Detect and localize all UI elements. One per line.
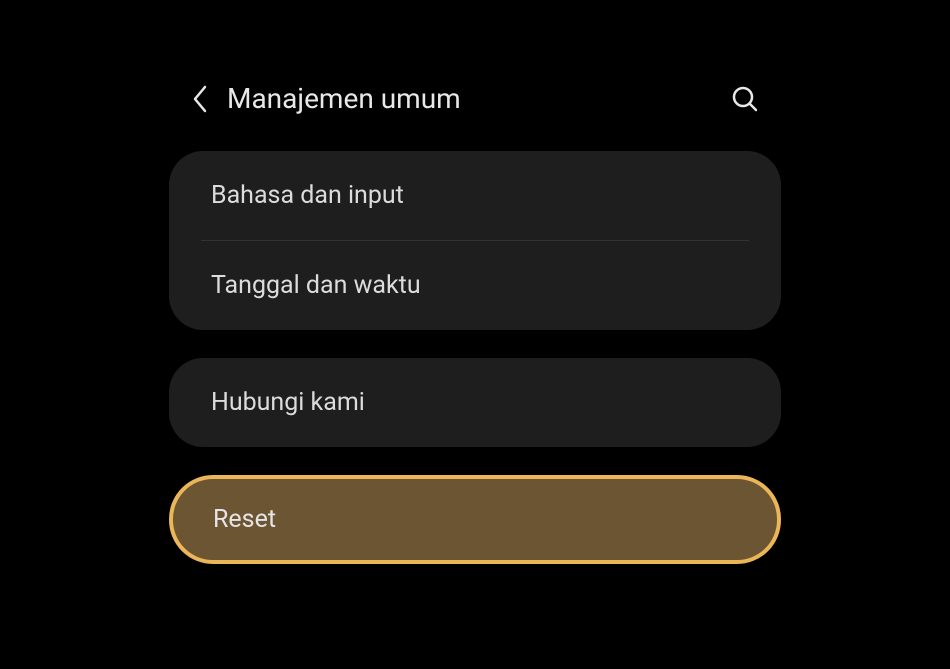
list-item-label: Hubungi kami	[211, 388, 365, 417]
list-item-label: Tanggal dan waktu	[211, 271, 421, 300]
back-icon[interactable]	[191, 84, 209, 114]
settings-group: Bahasa dan input Tanggal dan waktu	[169, 151, 781, 330]
settings-group: Hubungi kami	[169, 358, 781, 447]
page-title: Manajemen umum	[227, 82, 731, 115]
settings-group-highlighted: Reset	[169, 475, 781, 564]
list-item-label: Bahasa dan input	[211, 181, 404, 210]
list-item-date-time[interactable]: Tanggal dan waktu	[169, 241, 781, 330]
list-item-label: Reset	[213, 505, 276, 534]
header: Manajemen umum	[165, 62, 785, 151]
search-icon[interactable]	[731, 85, 759, 113]
list-item-language-input[interactable]: Bahasa dan input	[169, 151, 781, 240]
settings-screen: Manajemen umum Bahasa dan input Tanggal …	[165, 62, 785, 564]
list-item-reset[interactable]: Reset	[173, 479, 777, 560]
list-item-contact-us[interactable]: Hubungi kami	[169, 358, 781, 447]
